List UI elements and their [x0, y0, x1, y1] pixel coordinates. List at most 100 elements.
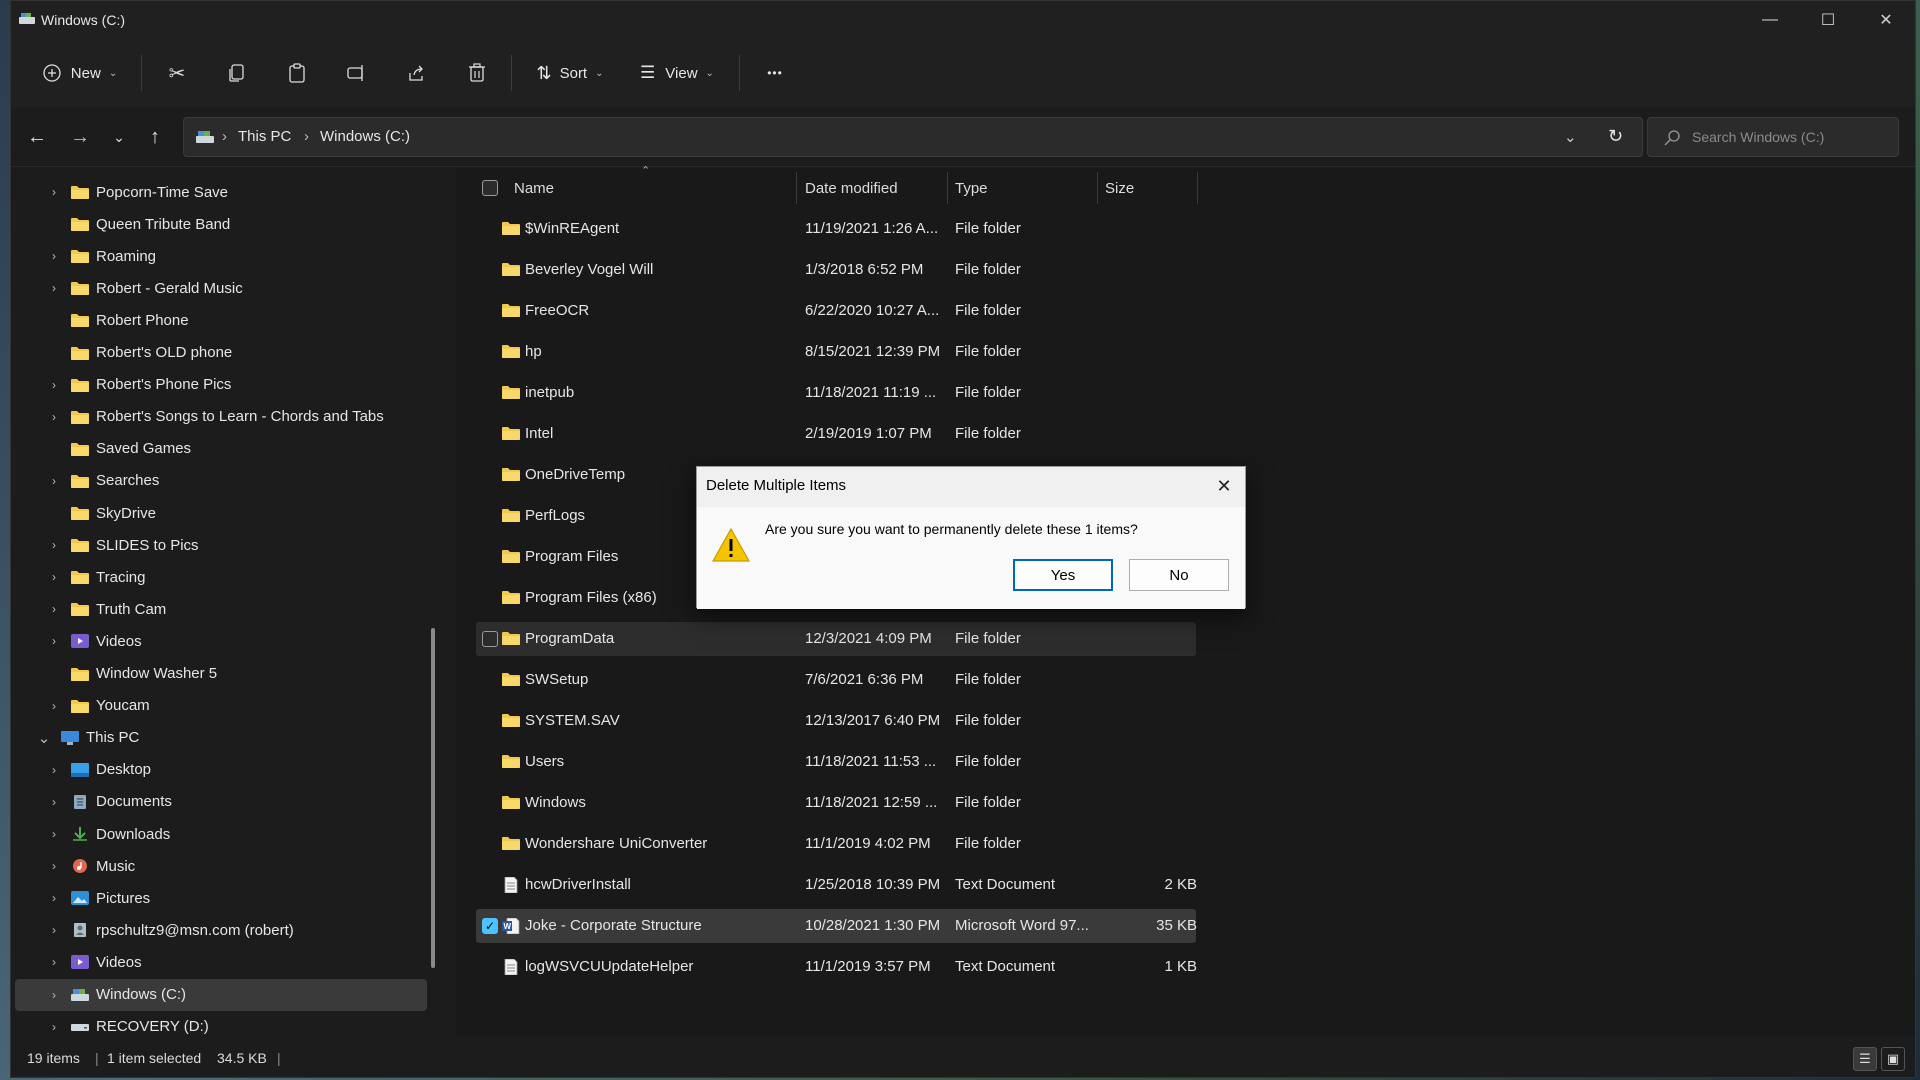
- sidebar-item[interactable]: › SLIDES to Pics: [11, 529, 431, 561]
- chevron-right-icon[interactable]: ›: [47, 763, 61, 777]
- chevron-right-icon[interactable]: ›: [47, 602, 61, 616]
- breadcrumb-this-pc[interactable]: This PC: [238, 128, 291, 145]
- sidebar-item[interactable]: › Windows (C:): [15, 978, 427, 1011]
- sidebar-item[interactable]: › Videos: [11, 946, 431, 978]
- no-button[interactable]: No: [1129, 559, 1229, 591]
- sidebar-item[interactable]: › Robert's Songs to Learn - Chords and Ta…: [11, 401, 431, 433]
- file-row[interactable]: Wondershare UniConverter 11/1/2019 4:02 P…: [476, 827, 1196, 861]
- chevron-right-icon[interactable]: ›: [47, 699, 61, 713]
- sidebar-item[interactable]: › Tracing: [11, 561, 431, 593]
- row-checkbox[interactable]: ✓: [482, 918, 498, 934]
- chevron-right-icon[interactable]: ›: [47, 891, 61, 905]
- chevron-right-icon[interactable]: ›: [47, 923, 61, 937]
- file-row[interactable]: inetpub 11/18/2021 11:19 ... File folder: [476, 376, 1196, 410]
- sidebar-item[interactable]: › Pictures: [11, 882, 431, 914]
- close-window-button[interactable]: ✕: [1857, 1, 1915, 39]
- chevron-right-icon[interactable]: ›: [47, 249, 61, 263]
- new-button[interactable]: New ⌄: [31, 53, 129, 93]
- search-input[interactable]: [1692, 126, 1892, 148]
- file-row[interactable]: SWSetup 7/6/2021 6:36 PM File folder: [476, 663, 1196, 697]
- chevron-right-icon[interactable]: ›: [47, 988, 61, 1002]
- tiles-view-button[interactable]: ▣: [1881, 1047, 1905, 1071]
- sidebar-item[interactable]: › Downloads: [11, 818, 431, 850]
- share-button[interactable]: [397, 53, 437, 93]
- maximize-button[interactable]: ☐: [1799, 1, 1857, 39]
- sidebar-item[interactable]: Queen Tribute Band: [11, 208, 431, 240]
- sidebar-item[interactable]: › RECOVERY (D:): [11, 1011, 431, 1043]
- file-row[interactable]: $WinREAgent 11/19/2021 1:26 A... File fold…: [476, 212, 1196, 246]
- chevron-right-icon[interactable]: ›: [47, 955, 61, 969]
- sidebar-item[interactable]: › Robert - Gerald Music: [11, 272, 431, 304]
- sidebar-item[interactable]: Saved Games: [11, 433, 431, 465]
- refresh-icon[interactable]: ↻: [1608, 126, 1623, 147]
- delete-button[interactable]: [457, 53, 497, 93]
- file-row[interactable]: hcwDriverInstall 1/25/2018 10:39 PM Text D…: [476, 868, 1197, 902]
- chevron-right-icon[interactable]: ›: [47, 634, 61, 648]
- chevron-right-icon[interactable]: ›: [47, 1020, 61, 1034]
- chevron-right-icon[interactable]: ›: [47, 859, 61, 873]
- sidebar-item[interactable]: Window Washer 5: [11, 658, 431, 690]
- file-row[interactable]: ProgramData 12/3/2021 4:09 PM File folder: [476, 622, 1196, 656]
- sidebar-scrollbar[interactable]: [431, 628, 435, 968]
- sidebar-item[interactable]: › Roaming: [11, 240, 431, 272]
- view-button[interactable]: ☰ View ⌄: [629, 53, 725, 93]
- sort-button[interactable]: ⇅ Sort ⌄: [525, 53, 615, 93]
- chevron-right-icon[interactable]: ›: [47, 795, 61, 809]
- sidebar-item[interactable]: › Popcorn-Time Save: [11, 176, 431, 208]
- sidebar-item[interactable]: › rpschultz9@msn.com (robert): [11, 914, 431, 946]
- sidebar-item[interactable]: Robert Phone: [11, 304, 431, 336]
- chevron-down-icon[interactable]: ⌄: [37, 729, 51, 747]
- sidebar-item[interactable]: › Youcam: [11, 690, 431, 722]
- chevron-right-icon[interactable]: ›: [47, 185, 61, 199]
- up-button[interactable]: ↑: [139, 121, 171, 153]
- chevron-right-icon[interactable]: ›: [47, 827, 61, 841]
- file-row[interactable]: Intel 2/19/2019 1:07 PM File folder: [476, 417, 1196, 451]
- file-row[interactable]: logWSVCUUpdateHelper 11/1/2019 3:57 PM Tex…: [476, 950, 1197, 984]
- file-row[interactable]: SYSTEM.SAV 12/13/2017 6:40 PM File folder: [476, 704, 1196, 738]
- back-button[interactable]: ←: [21, 121, 53, 153]
- sidebar-item[interactable]: SkyDrive: [11, 497, 431, 529]
- chevron-right-icon[interactable]: ›: [47, 474, 61, 488]
- search-box[interactable]: [1647, 117, 1899, 157]
- sidebar-item[interactable]: › Music: [11, 850, 431, 882]
- file-row[interactable]: Windows 11/18/2021 12:59 ... File folder: [476, 786, 1196, 820]
- chevron-right-icon[interactable]: ›: [47, 570, 61, 584]
- file-row[interactable]: Users 11/18/2021 11:53 ... File folder: [476, 745, 1196, 779]
- file-row[interactable]: FreeOCR 6/22/2020 10:27 A... File folder: [476, 294, 1196, 328]
- copy-button[interactable]: [217, 53, 257, 93]
- paste-button[interactable]: [277, 53, 317, 93]
- recent-locations-button[interactable]: ⌄: [103, 121, 135, 153]
- sidebar-item[interactable]: › Desktop: [11, 754, 431, 786]
- sidebar-item[interactable]: Robert's OLD phone: [11, 337, 431, 369]
- sidebar-item[interactable]: › Searches: [11, 465, 431, 497]
- file-row[interactable]: Beverley Vogel Will 1/3/2018 6:52 PM File …: [476, 253, 1196, 287]
- more-options-button[interactable]: •••: [753, 53, 797, 93]
- file-row[interactable]: hp 8/15/2021 12:39 PM File folder: [476, 335, 1196, 369]
- close-icon[interactable]: ✕: [1211, 473, 1237, 499]
- chevron-right-icon[interactable]: ›: [47, 410, 61, 424]
- select-all-checkbox[interactable]: [482, 180, 498, 196]
- chevron-right-icon[interactable]: ›: [47, 281, 61, 295]
- column-header-date[interactable]: Date modified: [805, 168, 945, 208]
- file-row[interactable]: ✓ W Joke - Corporate Structure 10/28/2021 1…: [476, 909, 1197, 943]
- sidebar-item[interactable]: › Documents: [11, 786, 431, 818]
- chevron-right-icon[interactable]: ›: [47, 538, 61, 552]
- cut-button[interactable]: ✂: [157, 53, 197, 93]
- sidebar-item[interactable]: › Videos: [11, 625, 431, 657]
- column-header-name[interactable]: Name ⌃: [476, 165, 776, 208]
- breadcrumb-windows-c[interactable]: Windows (C:): [320, 128, 410, 145]
- details-view-button[interactable]: ☰: [1853, 1047, 1877, 1071]
- address-bar[interactable]: › This PC › Windows (C:) ⌄ ↻: [183, 117, 1643, 157]
- sidebar-item[interactable]: › Robert's Phone Pics: [11, 369, 431, 401]
- chevron-right-icon[interactable]: ›: [47, 378, 61, 392]
- minimize-button[interactable]: —: [1741, 1, 1799, 39]
- column-header-size[interactable]: Size: [1105, 168, 1195, 208]
- sidebar-item[interactable]: ⌄ This PC: [11, 722, 431, 754]
- yes-button[interactable]: Yes: [1013, 559, 1113, 591]
- address-history-dropdown[interactable]: ⌄: [1564, 128, 1577, 146]
- column-header-type[interactable]: Type: [955, 168, 1095, 208]
- forward-button[interactable]: →: [64, 121, 96, 153]
- sidebar-item[interactable]: › Truth Cam: [11, 593, 431, 625]
- row-checkbox[interactable]: [482, 631, 498, 647]
- rename-button[interactable]: [337, 53, 377, 93]
